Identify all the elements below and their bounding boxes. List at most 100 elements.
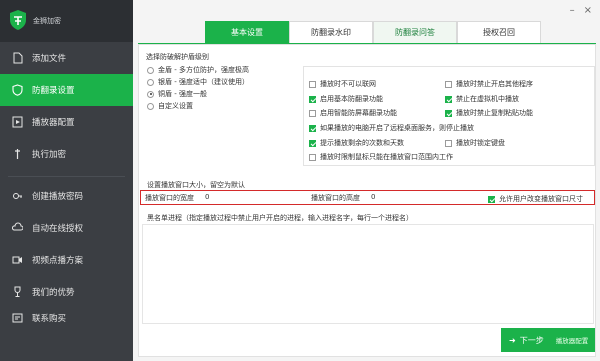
checkbox-box bbox=[309, 95, 316, 103]
radio-silver-shield[interactable]: 银盾 - 强度适中（建议使用） bbox=[147, 77, 249, 87]
sidebar-divider bbox=[8, 176, 125, 177]
radio-label: 自定义设置 bbox=[158, 102, 193, 110]
protection-level-title: 选择防破解护盾级别 bbox=[146, 53, 209, 61]
player-icon bbox=[11, 116, 23, 128]
checkbox-no-other-programs[interactable]: 播放时禁止开启其他程序 bbox=[445, 79, 533, 89]
lock-icon bbox=[11, 148, 23, 160]
protection-options-panel: 播放时不可以联网 启用基本防翻录功能 启用智能防屏幕翻录功能 播放时禁止开启其他… bbox=[303, 66, 595, 166]
sidebar-item-label: 防翻录设置 bbox=[32, 86, 75, 96]
checkbox-box bbox=[445, 95, 452, 103]
checkbox-label: 启用智能防屏幕翻录功能 bbox=[320, 109, 397, 117]
checkbox-box bbox=[488, 195, 495, 203]
checkbox-lock-keyboard[interactable]: 播放时锁定键盘 bbox=[445, 138, 505, 148]
window-size-title: 设置播放窗口大小，留空为默认 bbox=[147, 181, 245, 189]
radio-dot bbox=[147, 78, 154, 86]
radio-bronze-shield[interactable]: 铜盾 - 强度一般 bbox=[147, 89, 207, 99]
contact-icon bbox=[11, 312, 23, 324]
checkbox-show-remaining[interactable]: 提示播放剩余的次数和天数 bbox=[309, 138, 404, 148]
sidebar-item-encrypt[interactable]: 执行加密 bbox=[0, 138, 133, 170]
minimize-button[interactable]: – bbox=[570, 5, 575, 16]
file-add-icon bbox=[11, 52, 23, 64]
radio-dot bbox=[147, 90, 154, 98]
trophy-icon bbox=[11, 286, 23, 298]
sidebar-item-label: 添加文件 bbox=[32, 54, 67, 64]
checkbox-basic-anti-record[interactable]: 启用基本防翻录功能 bbox=[309, 94, 383, 104]
height-input[interactable]: 0 bbox=[371, 193, 375, 201]
radio-label: 银盾 - 强度适中（建议使用） bbox=[158, 78, 249, 86]
checkbox-box bbox=[309, 124, 316, 132]
sidebar-item-label: 我们的优势 bbox=[32, 288, 75, 298]
checkbox-label: 禁止在虚拟机中播放 bbox=[456, 95, 519, 103]
sidebar-item-label: 视频点播方案 bbox=[32, 256, 84, 266]
tab-watermark[interactable]: 防翻录水印 bbox=[289, 21, 373, 43]
sidebar-item-label: 自动在线授权 bbox=[32, 224, 84, 234]
sidebar-item-anti-record[interactable]: 防翻录设置 bbox=[0, 74, 133, 106]
next-button-label: 下一步 bbox=[519, 335, 544, 345]
sidebar-item-create-password[interactable]: 创建播放密码 bbox=[0, 180, 133, 212]
checkbox-no-network[interactable]: 播放时不可以联网 bbox=[309, 79, 376, 89]
next-button-sublabel: 播放器配置 bbox=[555, 337, 589, 345]
checkbox-label: 播放时禁止复制粘贴功能 bbox=[456, 109, 533, 117]
checkbox-no-copy-paste[interactable]: 播放时禁止复制粘贴功能 bbox=[445, 108, 533, 118]
checkbox-label: 启用基本防翻录功能 bbox=[320, 95, 383, 103]
sidebar-item-contact[interactable]: 联系购买 bbox=[0, 302, 133, 334]
checkbox-allow-resize[interactable]: 允许用户改变播放窗口尺寸 bbox=[488, 194, 583, 204]
checkbox-limit-mouse[interactable]: 播放时限制鼠标只能在播放窗口范围内工作 bbox=[309, 152, 453, 162]
checkbox-label: 允许用户改变播放窗口尺寸 bbox=[499, 195, 583, 203]
close-button[interactable]: × bbox=[584, 5, 592, 16]
blacklist-title: 黑名单进程（指定播放过程中禁止用户开启的进程，输入进程名字，每行一个进程名） bbox=[147, 214, 413, 222]
sidebar-item-label: 联系购买 bbox=[32, 314, 67, 324]
sidebar-item-label: 播放器配置 bbox=[32, 118, 75, 128]
tab-bar: 基本设置 防翻录水印 防翻录问答 授权召回 bbox=[205, 21, 541, 43]
checkbox-box bbox=[445, 109, 452, 117]
checkbox-box bbox=[309, 80, 316, 88]
sidebar-item-label: 创建播放密码 bbox=[32, 192, 84, 202]
cloud-icon bbox=[11, 222, 23, 234]
checkbox-label: 提示播放剩余的次数和天数 bbox=[320, 139, 404, 147]
sidebar-item-player-config[interactable]: 播放器配置 bbox=[0, 106, 133, 138]
width-label: 播放窗口的宽度 bbox=[145, 194, 194, 202]
window-controls: – × bbox=[570, 5, 592, 16]
checkbox-label: 播放时限制鼠标只能在播放窗口范围内工作 bbox=[320, 153, 453, 161]
radio-dot bbox=[147, 66, 154, 74]
brand-header: 金狮加密 bbox=[0, 0, 133, 42]
checkbox-box bbox=[445, 139, 452, 147]
shield-icon bbox=[11, 84, 23, 96]
sidebar-item-online-auth[interactable]: 自动在线授权 bbox=[0, 212, 133, 244]
key-icon bbox=[11, 190, 23, 202]
video-icon bbox=[11, 254, 23, 266]
radio-dot bbox=[147, 102, 154, 110]
radio-label: 铜盾 - 强度一般 bbox=[158, 90, 207, 98]
sidebar: 金狮加密 添加文件 防翻录设置 播放器配置 执行加密 创建播放密码 自动在线授权… bbox=[0, 0, 133, 361]
radio-label: 金盾 - 多方位防护，强度极高 bbox=[158, 66, 249, 74]
radio-gold-shield[interactable]: 金盾 - 多方位防护，强度极高 bbox=[147, 65, 249, 75]
width-input[interactable]: 0 bbox=[205, 193, 209, 201]
height-label: 播放窗口的高度 bbox=[311, 194, 360, 202]
tab-auth-recall[interactable]: 授权召回 bbox=[457, 21, 541, 43]
checkbox-label: 播放时禁止开启其他程序 bbox=[456, 80, 533, 88]
radio-custom[interactable]: 自定义设置 bbox=[147, 101, 193, 111]
app-name: 金狮加密 bbox=[33, 17, 61, 25]
checkbox-box bbox=[309, 109, 316, 117]
sidebar-item-vod[interactable]: 视频点播方案 bbox=[0, 244, 133, 276]
checkbox-box bbox=[309, 139, 316, 147]
checkbox-label: 如果播放的电脑开启了远程桌面服务，则停止播放 bbox=[320, 124, 474, 132]
checkbox-label: 播放时锁定键盘 bbox=[456, 139, 505, 147]
tab-faq[interactable]: 防翻录问答 bbox=[373, 21, 457, 43]
arrow-right-icon: ➜ bbox=[509, 335, 516, 345]
checkbox-label: 播放时不可以联网 bbox=[320, 80, 376, 88]
blacklist-textarea[interactable] bbox=[142, 224, 594, 324]
next-button[interactable]: ➜ 下一步 播放器配置 bbox=[501, 328, 595, 352]
checkbox-box bbox=[309, 153, 316, 161]
sidebar-item-label: 执行加密 bbox=[32, 150, 67, 160]
checkbox-smart-screen[interactable]: 启用智能防屏幕翻录功能 bbox=[309, 108, 397, 118]
checkbox-remote-desktop[interactable]: 如果播放的电脑开启了远程桌面服务，则停止播放 bbox=[309, 123, 474, 133]
sidebar-item-add-file[interactable]: 添加文件 bbox=[0, 42, 133, 74]
checkbox-box bbox=[445, 80, 452, 88]
window-size-row: 播放窗口的宽度 0 播放窗口的高度 0 允许用户改变播放窗口尺寸 bbox=[140, 190, 595, 205]
checkbox-no-vm[interactable]: 禁止在虚拟机中播放 bbox=[445, 94, 519, 104]
tab-basic-settings[interactable]: 基本设置 bbox=[205, 21, 289, 43]
shield-logo-icon bbox=[9, 9, 27, 31]
settings-panel: 选择防破解护盾级别 金盾 - 多方位防护，强度极高 银盾 - 强度适中（建议使用… bbox=[138, 44, 596, 357]
app-window: 金狮加密 添加文件 防翻录设置 播放器配置 执行加密 创建播放密码 自动在线授权… bbox=[0, 0, 600, 361]
